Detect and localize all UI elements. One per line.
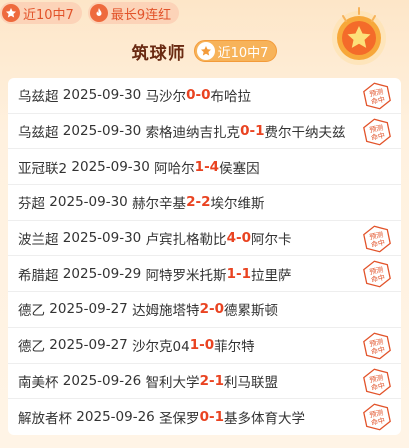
away-team: 费尔干纳夫兹 — [264, 125, 346, 142]
home-team: 达姆施塔特 — [132, 303, 200, 320]
match-list: 乌兹超 2025-09-30 马沙尔 0 - 0 布哈拉 预测 命中 乌兹超 2025-0… — [8, 78, 401, 435]
home-score: 1 — [194, 158, 205, 175]
home-score: 0 — [199, 409, 209, 426]
prediction-hit-stamp: 预测命中 — [363, 82, 391, 110]
match-row[interactable]: 乌兹超 2025-09-30 马沙尔 0 - 0 布哈拉 预测 命中 — [8, 78, 401, 114]
top-badges: 近10中7 最长9连红 — [0, 0, 180, 26]
match-date: 2025-09-27 — [49, 337, 128, 354]
away-score: 2 — [201, 194, 211, 211]
away-score: 1 — [241, 265, 251, 282]
home-score: 0 — [186, 87, 196, 104]
match-row[interactable]: 亚冠联2 2025-09-30 阿哈尔 1 - 4 侯塞因 — [8, 149, 401, 186]
home-team: 阿哈尔 — [154, 160, 195, 177]
away-score: 1 — [214, 409, 224, 426]
match-league: 德乙 — [18, 303, 45, 320]
hit-rate-label: 近10中7 — [217, 45, 269, 61]
fire-icon — [89, 4, 108, 22]
home-team: 马沙尔 — [145, 89, 187, 106]
recent-hit-badge: 近10中7 — [0, 2, 82, 24]
match-date: 2025-09-30 — [71, 158, 150, 175]
match-date: 2025-09-29 — [62, 265, 142, 282]
match-league: 德乙 — [18, 339, 45, 356]
home-team: 阿特罗米托斯 — [145, 267, 227, 284]
match-league: 解放者杯 — [18, 411, 72, 428]
hit-rate-pill: 近10中7 — [193, 40, 278, 62]
away-score: 0 — [204, 337, 215, 354]
away-score: 1 — [214, 372, 224, 389]
match-league: 波兰超 — [18, 232, 59, 249]
away-score: 0 — [241, 230, 251, 247]
match-row[interactable]: 希腊超 2025-09-29 阿特罗米托斯 1 - 1 拉里萨 预测 命中 — [8, 256, 401, 293]
match-league: 乌兹超 — [18, 125, 59, 142]
home-team: 卢宾扎格勒比 — [145, 232, 227, 249]
away-team: 利马联盟 — [223, 374, 278, 391]
star-icon — [2, 4, 20, 22]
away-team: 菲尔特 — [214, 339, 255, 356]
home-team: 索格迪纳吉扎克 — [145, 125, 241, 142]
home-score: 1 — [189, 337, 200, 354]
match-date: 2025-09-27 — [49, 301, 128, 318]
home-score: 0 — [240, 123, 250, 140]
match-row[interactable]: 德乙 2025-09-27 沙尔克04 1 - 0 菲尔特 预测 命中 — [8, 328, 401, 364]
prediction-hit-stamp: 预测命中 — [363, 332, 391, 360]
match-row[interactable]: 南美杯 2025-09-26 智利大学 2 - 1 利马联盟 预测 命中 — [8, 364, 401, 400]
match-row[interactable]: 芬超 2025-09-30 赫尔辛基 2 - 2 埃尔维斯 — [8, 185, 401, 221]
match-date: 2025-09-26 — [62, 372, 142, 389]
away-score: 4 — [209, 158, 220, 175]
prediction-hit-stamp: 预测命中 — [363, 403, 391, 431]
home-team: 圣保罗 — [159, 411, 200, 428]
home-team: 赫尔辛基 — [132, 196, 187, 213]
away-score: 0 — [201, 87, 211, 104]
match-league: 亚冠联2 — [18, 160, 68, 177]
match-date: 2025-09-30 — [62, 87, 142, 104]
away-team: 基多体育大学 — [223, 411, 305, 428]
home-score: 4 — [226, 230, 236, 247]
match-date: 2025-09-26 — [76, 409, 155, 426]
away-team: 阿尔卡 — [250, 232, 292, 249]
recent-hit-label: 近10中7 — [23, 7, 74, 23]
away-score: 0 — [214, 301, 224, 318]
home-score: 1 — [226, 265, 236, 282]
expert-name: 筑球师 — [131, 43, 186, 64]
match-row[interactable]: 解放者杯 2025-09-26 圣保罗 0 - 1 基多体育大学 预测 命中 — [8, 399, 401, 435]
home-score: 2 — [199, 301, 209, 318]
match-league: 乌兹超 — [18, 89, 59, 106]
match-row[interactable]: 波兰超 2025-09-30 卢宾扎格勒比 4 - 0 阿尔卡 预测 命中 — [8, 221, 401, 257]
prediction-hit-stamp: 预测命中 — [363, 368, 391, 395]
medal-icon — [332, 7, 386, 65]
away-team: 侯塞因 — [219, 160, 260, 177]
prediction-hit-stamp: 预测命中 — [363, 261, 391, 288]
star-icon — [196, 42, 215, 60]
away-team: 布哈拉 — [210, 89, 251, 106]
home-team: 智利大学 — [145, 374, 200, 391]
match-league: 南美杯 — [18, 374, 59, 391]
away-team: 德累斯顿 — [223, 303, 278, 320]
away-team: 拉里萨 — [250, 267, 292, 284]
prediction-hit-stamp: 预测命中 — [363, 225, 391, 253]
away-team: 埃尔维斯 — [210, 196, 265, 213]
match-league: 芬超 — [18, 196, 45, 213]
match-date: 2025-09-30 — [62, 230, 142, 247]
streak-label: 最长9连红 — [110, 7, 172, 23]
home-score: 2 — [199, 372, 209, 389]
match-row[interactable]: 德乙 2025-09-27 达姆施塔特 2 - 0 德累斯顿 — [8, 292, 401, 328]
prediction-hit-stamp: 预测命中 — [363, 118, 391, 146]
match-date: 2025-09-30 — [49, 194, 128, 211]
streak-badge: 最长9连红 — [87, 2, 180, 24]
home-team: 沙尔克04 — [132, 339, 190, 356]
match-date: 2025-09-30 — [62, 123, 142, 140]
match-row[interactable]: 乌兹超 2025-09-30 索格迪纳吉扎克 0 - 1 费尔干纳夫兹 预测 命中 — [8, 114, 401, 150]
home-score: 2 — [186, 194, 196, 211]
match-league: 希腊超 — [18, 267, 59, 284]
away-score: 1 — [255, 123, 265, 140]
